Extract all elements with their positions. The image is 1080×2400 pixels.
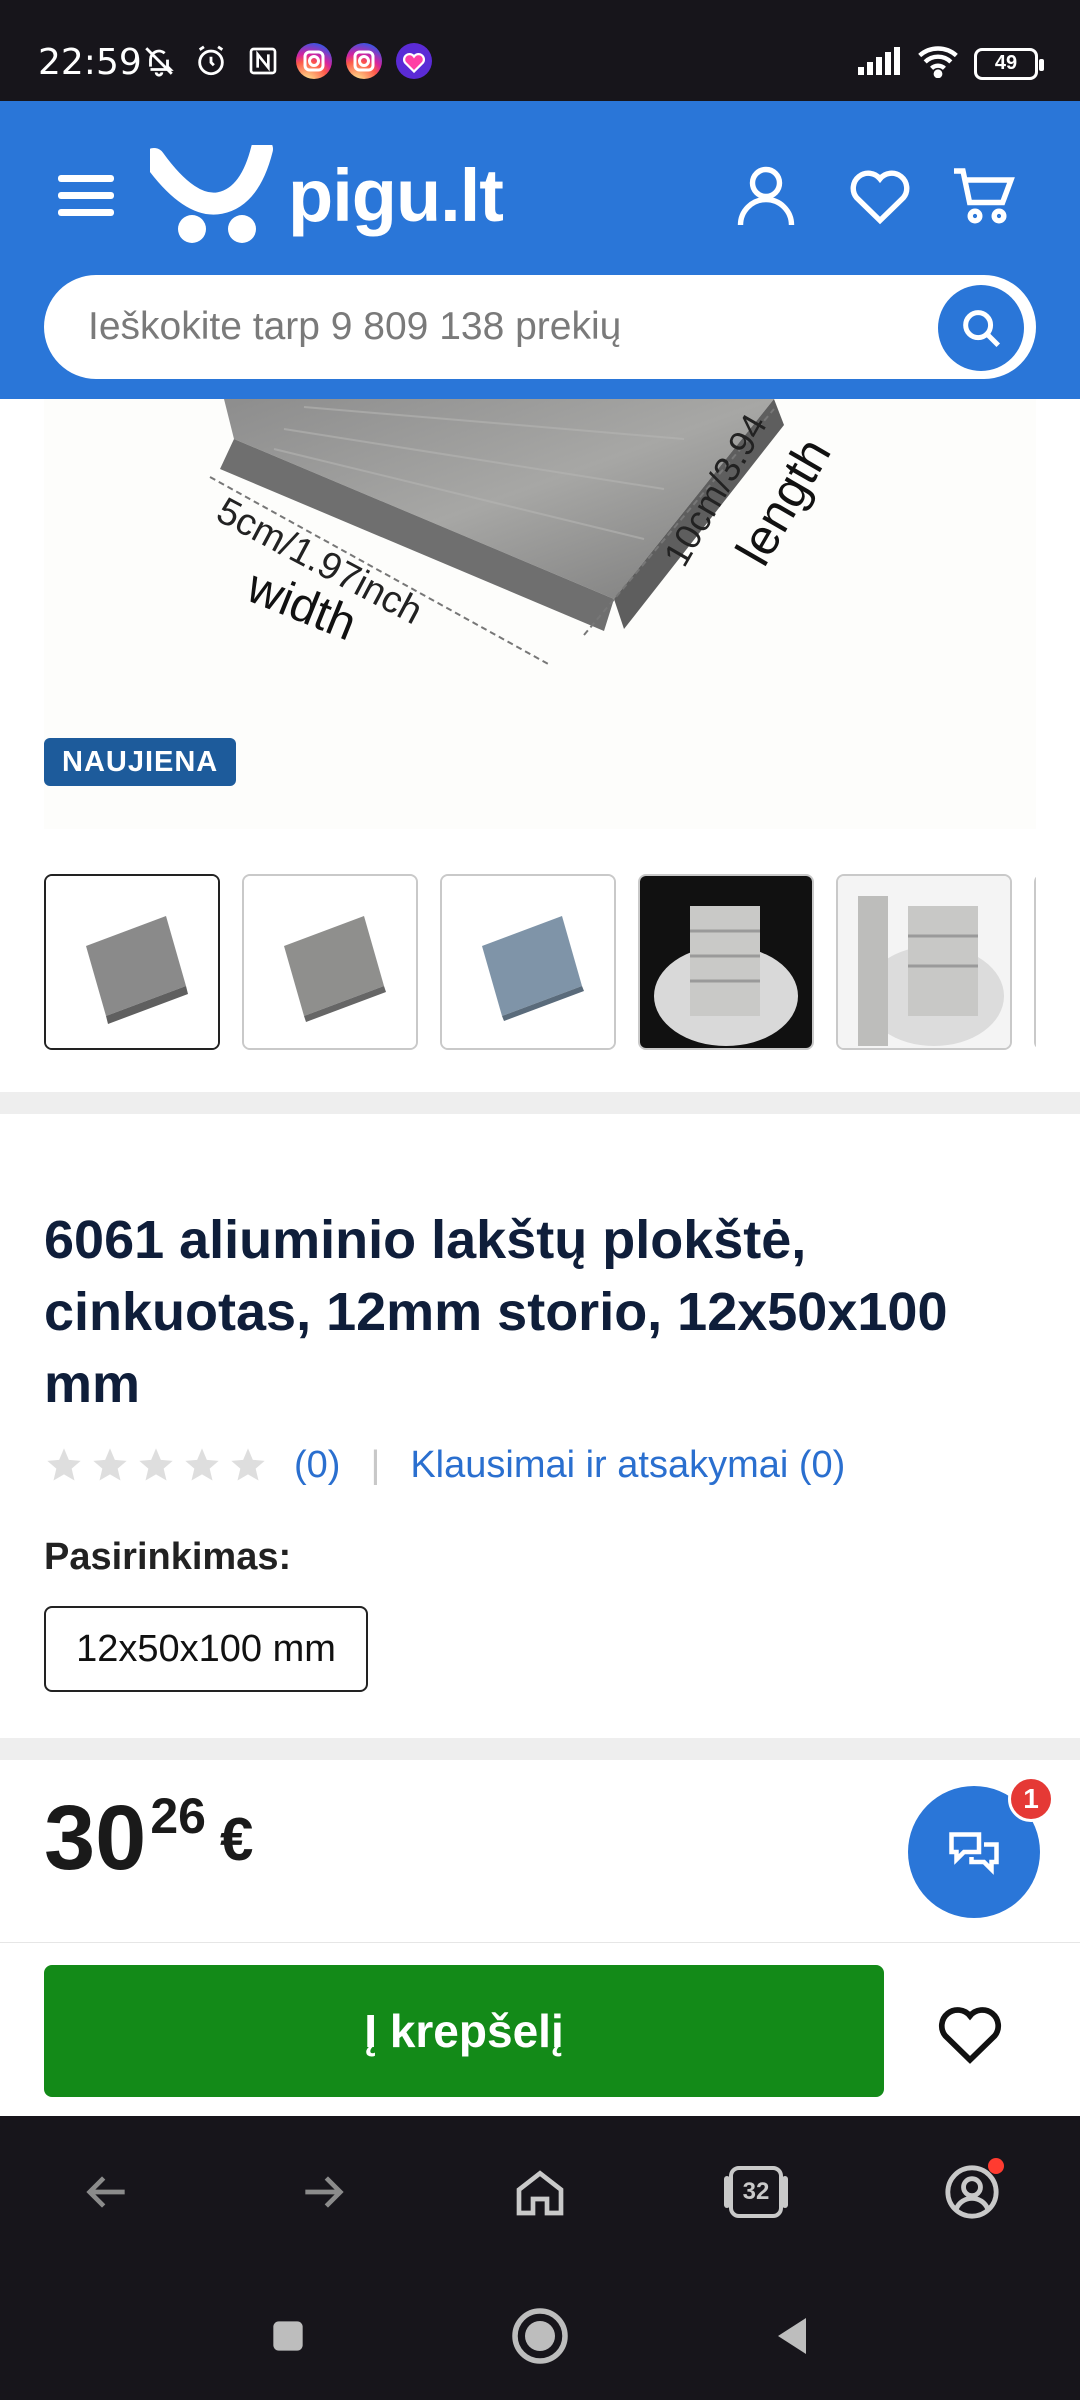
price-decimal: 26 <box>150 1788 206 1844</box>
account-icon[interactable] <box>730 159 802 231</box>
rating-row: (0) | Klausimai ir atsakymai (0) <box>44 1440 845 1490</box>
alarm-icon <box>192 42 230 80</box>
star-icon <box>47 1448 81 1481</box>
rating-count-link[interactable]: (0) <box>294 1444 340 1487</box>
tabs-count: 32 <box>742 2178 770 2205</box>
product-title: 6061 aliuminio lakštų plokštė, cinkuotas… <box>44 1210 948 1414</box>
add-to-wishlist-heart-icon[interactable] <box>930 1995 1010 2071</box>
wishlist-heart-icon[interactable] <box>844 159 916 231</box>
thumbnail-3[interactable] <box>440 874 616 1050</box>
recent-apps-icon[interactable] <box>258 2306 318 2366</box>
site-header: pigu.lt <box>0 101 1080 399</box>
variant-label: Pasirinkimas: <box>44 1536 292 1578</box>
signal-icon <box>856 45 902 82</box>
rating-stars[interactable] <box>44 1445 268 1485</box>
status-time: 22:59 <box>38 42 142 83</box>
star-icon <box>231 1448 265 1481</box>
thumbnail-6[interactable] <box>1034 874 1036 1050</box>
price-integer: 30 <box>44 1787 147 1889</box>
notification-dot <box>988 2158 1004 2174</box>
search-button[interactable] <box>938 285 1024 371</box>
system-navigation-bar <box>0 2272 1080 2400</box>
status-bar: 22:59 49 <box>0 0 1080 101</box>
heart-app-icon <box>396 43 432 79</box>
section-divider <box>0 1738 1080 1760</box>
shopping-cart-icon[interactable] <box>948 159 1020 231</box>
system-back-icon[interactable] <box>762 2306 822 2366</box>
thumbnail-1[interactable] <box>44 874 220 1050</box>
star-icon <box>139 1448 173 1481</box>
thumbnail-strip <box>44 874 1036 1050</box>
status-notification-icons <box>140 42 432 80</box>
status-system-icons: 49 <box>856 44 1044 83</box>
section-divider <box>0 1092 1080 1114</box>
rating-separator: | <box>370 1443 381 1486</box>
price-currency: € <box>219 1806 254 1873</box>
nfc-icon <box>244 42 282 80</box>
add-to-cart-button[interactable]: Į krepšelį <box>44 1965 884 2097</box>
search-bar <box>44 275 1036 379</box>
muted-bell-icon <box>140 42 178 80</box>
site-logo[interactable]: pigu.lt <box>150 145 504 245</box>
instagram-icon <box>346 43 382 79</box>
hamburger-menu-icon[interactable] <box>58 175 114 219</box>
home-circle-icon[interactable] <box>510 2306 570 2366</box>
home-icon[interactable] <box>504 2156 576 2228</box>
thumbnail-2[interactable] <box>242 874 418 1050</box>
back-arrow-icon[interactable] <box>70 2156 142 2228</box>
profile-menu-button[interactable] <box>936 2156 1008 2228</box>
tabs-switcher-button[interactable]: 32 <box>720 2156 792 2228</box>
variant-option-selected[interactable]: 12x50x100 mm <box>44 1606 368 1692</box>
thumbnail-5[interactable] <box>836 874 1012 1050</box>
new-badge: NAUJIENA <box>44 738 237 786</box>
chat-unread-badge: 1 <box>1008 1776 1054 1822</box>
cart-logo-icon <box>150 145 273 243</box>
browser-toolbar: 32 <box>0 2116 1080 2272</box>
search-input[interactable] <box>88 275 908 379</box>
sticky-action-bar: Į krepšelį <box>0 1942 1080 2116</box>
thumbnail-4[interactable] <box>638 874 814 1050</box>
battery-indicator: 49 <box>974 47 1044 80</box>
wifi-icon <box>916 44 960 83</box>
questions-answers-link[interactable]: Klausimai ir atsakymai (0) <box>410 1444 845 1487</box>
star-icon <box>185 1448 219 1481</box>
star-icon <box>93 1448 127 1481</box>
product-price: 30 26 € <box>44 1786 253 1890</box>
instagram-icon <box>296 43 332 79</box>
forward-arrow-icon[interactable] <box>288 2156 360 2228</box>
search-icon <box>963 310 1001 348</box>
chat-bubbles-icon <box>949 1832 999 1875</box>
logo-text: pigu.lt <box>288 153 504 237</box>
